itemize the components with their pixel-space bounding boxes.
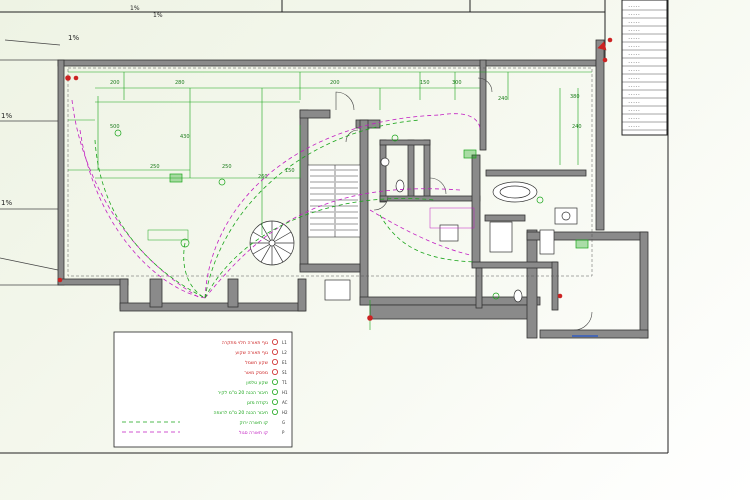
wiring-green — [94, 119, 476, 299]
legend-code: H2 — [282, 410, 288, 415]
dimension-label: 200 — [110, 80, 120, 86]
titleblock-row: ----- — [628, 76, 640, 81]
legend-label: קו תאורה ירוק — [240, 421, 269, 426]
titleblock-row: ----- — [628, 84, 640, 89]
legend-code: E1 — [282, 360, 288, 365]
titleblock-row: ----- — [628, 12, 640, 17]
legend-code: T1 — [281, 380, 287, 385]
legend-code: S1 — [282, 370, 288, 375]
legend-code: L1 — [282, 340, 287, 345]
dimension-label: 240 — [498, 96, 508, 102]
titleblock-row: ----- — [628, 124, 640, 129]
legend: גוף תאורה תלוי מתקרה L1 גוף תאורה שקוע L2 שק… — [113, 331, 293, 448]
legend-label: גוף תאורה שקוע — [235, 351, 268, 356]
titleblock-row: ----- — [628, 92, 640, 97]
level-mark: 1% — [1, 199, 12, 207]
legend-label: חיבור הכנה 20 ס"מ לרצפה — [213, 410, 268, 416]
legend-code: H1 — [282, 390, 288, 395]
floor-plan-drawing: ----- ----- ----- ----- ----- ----- ----- -----… — [0, 0, 669, 454]
site-lines — [0, 39, 61, 286]
titleblock-row: ----- — [628, 44, 640, 49]
dimension-label: 150 — [420, 80, 430, 86]
top-mark: 1% — [130, 5, 140, 12]
titleblock-row: ----- — [628, 36, 640, 41]
legend-label: חיבור הכנה 20 ס"מ לקיר — [218, 390, 268, 396]
legend-label: שקע חשמל — [245, 360, 269, 366]
title-block: ----- ----- ----- ----- ----- ----- ----- -----… — [621, 0, 668, 136]
titleblock-row: ----- — [628, 60, 640, 65]
top-mark: 1% — [153, 12, 163, 19]
dimension-label: 280 — [175, 80, 185, 86]
dimension-label: 380 — [570, 94, 580, 100]
titleblock-row: ----- — [628, 68, 640, 73]
dimension-label: 240 — [572, 124, 582, 130]
legend-label: שקע טלפון — [246, 380, 269, 386]
legend-label: קו תאורה סגול — [239, 430, 268, 436]
titleblock-row: ----- — [628, 100, 640, 105]
spiral-post — [268, 239, 276, 247]
titleblock-row: ----- — [628, 108, 640, 113]
titleblock-row: ----- — [628, 52, 640, 57]
legend-code: G — [282, 420, 285, 425]
dimension-label: 250 — [222, 164, 232, 170]
level-mark: 1% — [1, 112, 12, 120]
dimension-label: 250 — [150, 164, 160, 170]
titleblock-row: ----- — [628, 116, 640, 121]
titleblock-row: ----- — [628, 28, 640, 33]
dimension-label: 300 — [452, 80, 462, 86]
spiral-stair — [249, 220, 295, 266]
legend-label: נקודת מזגן — [247, 401, 268, 406]
dimension-label: 200 — [330, 80, 340, 86]
dimension-label: 430 — [180, 134, 190, 140]
dimension-label: 500 — [110, 124, 120, 130]
titleblock-row: ----- — [628, 4, 640, 9]
legend-code: L2 — [282, 350, 287, 355]
titleblock-row: ----- — [628, 20, 640, 25]
legend-label: גוף תאורה תלוי מתקרה — [222, 340, 268, 346]
level-mark: 1% — [68, 34, 79, 42]
legend-label: מפסק מאור — [244, 371, 268, 376]
legend-code: AC — [282, 400, 288, 405]
level-labels: 1% 1% 1% 1% 1% — [1, 5, 163, 207]
